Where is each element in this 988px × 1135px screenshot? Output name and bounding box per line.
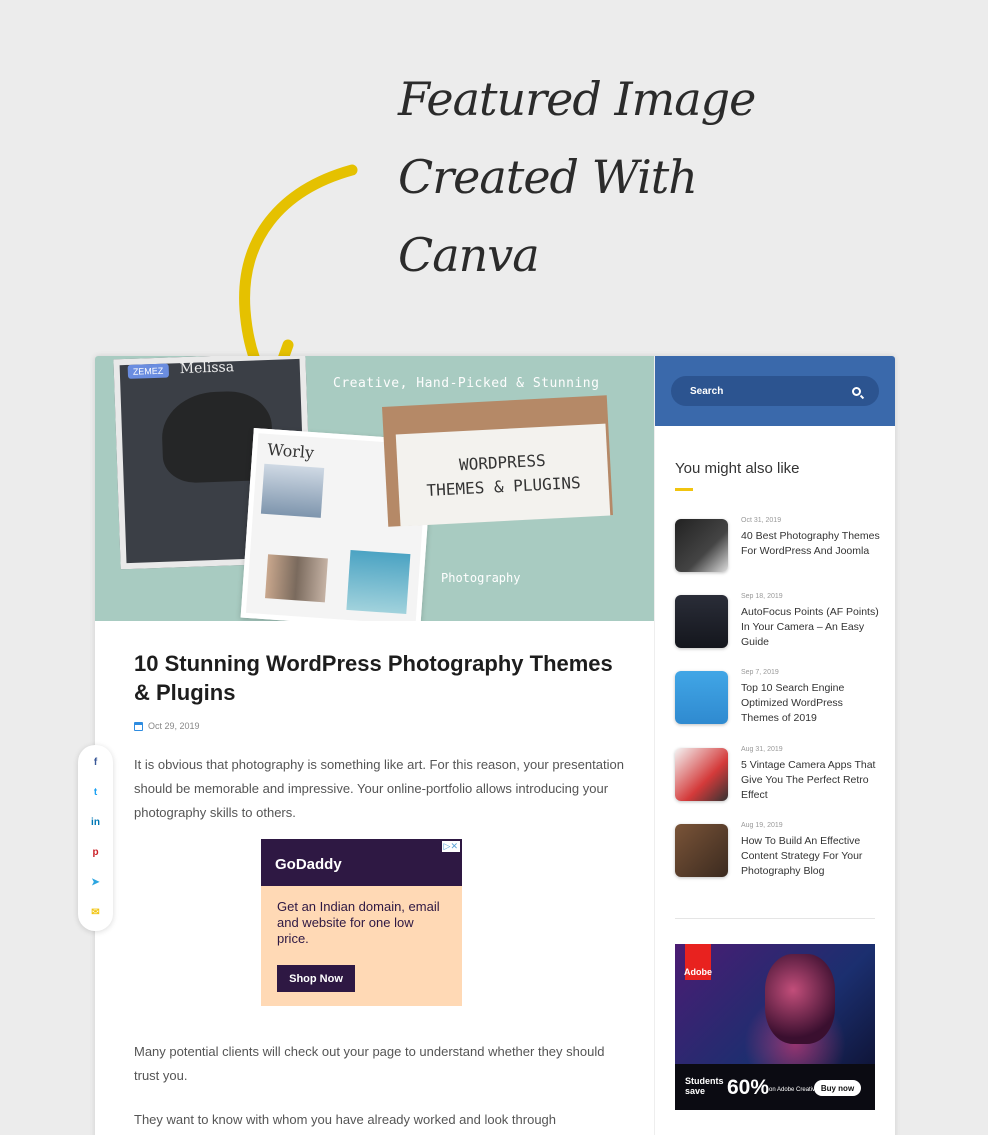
annotation-line: Created With	[398, 150, 698, 204]
featured-image: ZEMEZ Melissa Worly Creative, Hand-Picke…	[95, 356, 654, 621]
related-post-title[interactable]: AutoFocus Points (AF Points) In Your Cam…	[741, 605, 881, 650]
sea-photo	[346, 549, 411, 615]
adobe-logo: Adobe	[684, 944, 712, 980]
search-header: Search	[655, 356, 895, 426]
note-line: THEMES & PLUGINS	[426, 472, 582, 501]
linkedin-icon[interactable]: in	[78, 817, 113, 828]
related-post-date: Oct 31, 2019	[741, 517, 782, 524]
body-paragraph: They want to know with whom you have alr…	[134, 1112, 557, 1127]
related-post[interactable]: Oct 31, 2019 40 Best Photography Themes …	[675, 517, 880, 577]
ad-model-image	[765, 954, 835, 1044]
post-date: Oct 29, 2019	[134, 721, 624, 731]
ad-discount: 60%	[727, 1076, 770, 1099]
post-thumbnail[interactable]	[675, 824, 728, 877]
buy-now-button[interactable]: Buy now	[814, 1080, 861, 1096]
related-post[interactable]: Sep 18, 2019 AutoFocus Points (AF Points…	[675, 593, 880, 653]
ad-choices-icon[interactable]: ▷✕	[441, 841, 460, 852]
facebook-icon[interactable]: f	[78, 757, 113, 768]
search-input[interactable]: Search	[671, 376, 879, 406]
godaddy-logo: GoDaddy	[275, 856, 342, 873]
calendar-icon	[134, 721, 143, 731]
related-post-title[interactable]: Top 10 Search Engine Optimized WordPress…	[741, 681, 881, 726]
related-post[interactable]: Aug 31, 2019 5 Vintage Camera Apps That …	[675, 746, 880, 806]
hero-tagline: Creative, Hand-Picked & Stunning	[333, 376, 600, 391]
related-posts-title: You might also like	[675, 460, 800, 477]
post-thumbnail[interactable]	[675, 671, 728, 724]
annotation-line: Canva	[398, 228, 540, 282]
hero-caption: Photography	[441, 571, 521, 585]
intro-paragraph: It is obvious that photography is someth…	[134, 757, 624, 820]
search-icon[interactable]	[852, 386, 861, 396]
body-paragraph: Many potential clients will check out yo…	[134, 1044, 605, 1083]
sidebar-divider	[675, 918, 875, 919]
related-post-title[interactable]: How To Build An Effective Content Strate…	[741, 834, 881, 879]
related-post-title[interactable]: 5 Vintage Camera Apps That Give You The …	[741, 758, 881, 803]
post-thumbnail[interactable]	[675, 595, 728, 648]
ad-students-text: Students save	[685, 1076, 724, 1096]
ad-header: GoDaddy ▷✕	[261, 839, 462, 886]
post-title: 10 Stunning WordPress Photography Themes…	[134, 651, 613, 705]
related-post-date: Sep 7, 2019	[741, 669, 779, 676]
article: 10 Stunning WordPress Photography Themes…	[134, 649, 624, 825]
search-placeholder: Search	[690, 385, 724, 397]
title-underline	[675, 488, 693, 491]
screenshot-title: Worly	[266, 439, 315, 463]
annotation-caption: Featured Image Created With Canva	[398, 60, 756, 294]
post-thumbnail[interactable]	[675, 519, 728, 572]
hero-note: WORDPRESS THEMES & PLUGINS	[395, 423, 611, 527]
sidebar: Search You might also like Oct 31, 2019 …	[654, 356, 895, 1135]
related-post-date: Aug 31, 2019	[741, 746, 783, 753]
pinterest-icon[interactable]: p	[78, 847, 113, 858]
related-post-title[interactable]: 40 Best Photography Themes For WordPress…	[741, 529, 881, 559]
related-post[interactable]: Aug 19, 2019 How To Build An Effective C…	[675, 822, 880, 882]
ad-students-label: Students	[685, 1076, 724, 1086]
twitter-icon[interactable]: t	[78, 787, 113, 798]
post-thumbnail[interactable]	[675, 748, 728, 801]
email-icon[interactable]: ✉	[78, 907, 113, 918]
related-post-date: Aug 19, 2019	[741, 822, 783, 829]
adobe-ad[interactable]: Adobe Students save 60% on Adobe Creativ…	[675, 944, 875, 1110]
annotation-line: Featured Image	[398, 72, 756, 126]
related-post-date: Sep 18, 2019	[741, 593, 783, 600]
post-date-text: Oct 29, 2019	[148, 721, 200, 731]
shop-now-button[interactable]: Shop Now	[277, 965, 355, 992]
share-bar: f t in p ➤ ✉	[78, 745, 113, 931]
zemez-badge: ZEMEZ	[127, 363, 169, 379]
blog-post-card: ZEMEZ Melissa Worly Creative, Hand-Picke…	[95, 356, 895, 1135]
mountain-photo	[260, 463, 325, 518]
people-photo	[265, 554, 328, 603]
ad-copy: Get an Indian domain, email and website …	[277, 899, 440, 946]
screenshot-title: Melissa	[179, 359, 235, 378]
telegram-icon[interactable]: ➤	[78, 877, 113, 888]
godaddy-ad[interactable]: GoDaddy ▷✕ Get an Indian domain, email a…	[261, 839, 462, 1006]
related-post[interactable]: Sep 7, 2019 Top 10 Search Engine Optimiz…	[675, 669, 880, 729]
ad-save-label: save	[685, 1086, 706, 1096]
